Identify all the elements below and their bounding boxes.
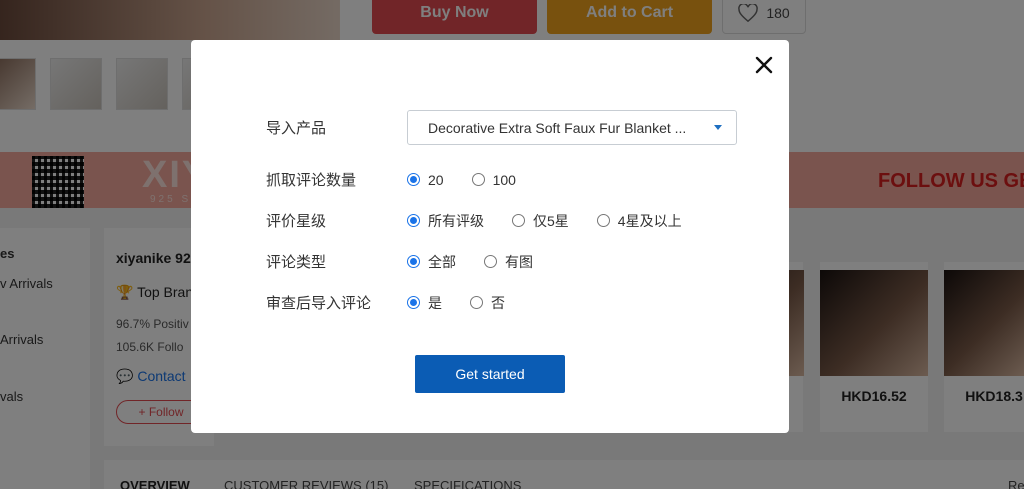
star-rating-row: 评价星级 所有评级 仅5星 4星及以上 bbox=[266, 210, 710, 231]
review-option-yes[interactable]: 是 bbox=[407, 293, 442, 313]
count-option-100[interactable]: 100 bbox=[471, 172, 516, 188]
review-option-no[interactable]: 否 bbox=[470, 293, 505, 313]
product-row: 导入产品 Decorative Extra Soft Faux Fur Blan… bbox=[266, 110, 737, 145]
close-button[interactable] bbox=[751, 52, 777, 78]
type-option-all[interactable]: 全部 bbox=[407, 252, 456, 272]
radio-button[interactable] bbox=[596, 214, 610, 227]
review-before-import-label: 审查后导入评论 bbox=[266, 295, 372, 312]
radio-button[interactable] bbox=[407, 214, 420, 227]
radio-button[interactable] bbox=[512, 214, 525, 227]
radio-button[interactable] bbox=[407, 296, 420, 309]
get-started-button[interactable]: Get started bbox=[415, 355, 565, 393]
review-count-label: 抓取评论数量 bbox=[266, 172, 357, 189]
radio-button[interactable] bbox=[470, 296, 483, 309]
product-label: 导入产品 bbox=[266, 120, 327, 137]
radio-button[interactable] bbox=[484, 255, 497, 268]
close-icon bbox=[755, 56, 773, 74]
count-option-20[interactable]: 20 bbox=[407, 172, 444, 188]
type-option-with-images[interactable]: 有图 bbox=[484, 252, 533, 272]
product-select-value: Decorative Extra Soft Faux Fur Blanket .… bbox=[428, 119, 687, 136]
stars-option-all[interactable]: 所有评级 bbox=[407, 211, 484, 231]
radio-button[interactable] bbox=[471, 173, 485, 186]
chevron-down-icon bbox=[714, 125, 722, 130]
radio-button[interactable] bbox=[407, 255, 420, 268]
radio-button[interactable] bbox=[407, 173, 420, 186]
review-count-row: 抓取评论数量 20 100 bbox=[266, 169, 544, 190]
stars-option-5-only[interactable]: 仅5星 bbox=[512, 211, 569, 231]
review-type-label: 评论类型 bbox=[266, 254, 327, 271]
review-type-row: 评论类型 全部 有图 bbox=[266, 251, 561, 272]
import-reviews-dialog: 导入产品 Decorative Extra Soft Faux Fur Blan… bbox=[191, 40, 789, 433]
review-before-import-row: 审查后导入评论 是 否 bbox=[266, 292, 533, 313]
product-select[interactable]: Decorative Extra Soft Faux Fur Blanket .… bbox=[407, 110, 737, 145]
star-rating-label: 评价星级 bbox=[266, 213, 327, 230]
stars-option-4-and-up[interactable]: 4星及以上 bbox=[596, 211, 682, 231]
